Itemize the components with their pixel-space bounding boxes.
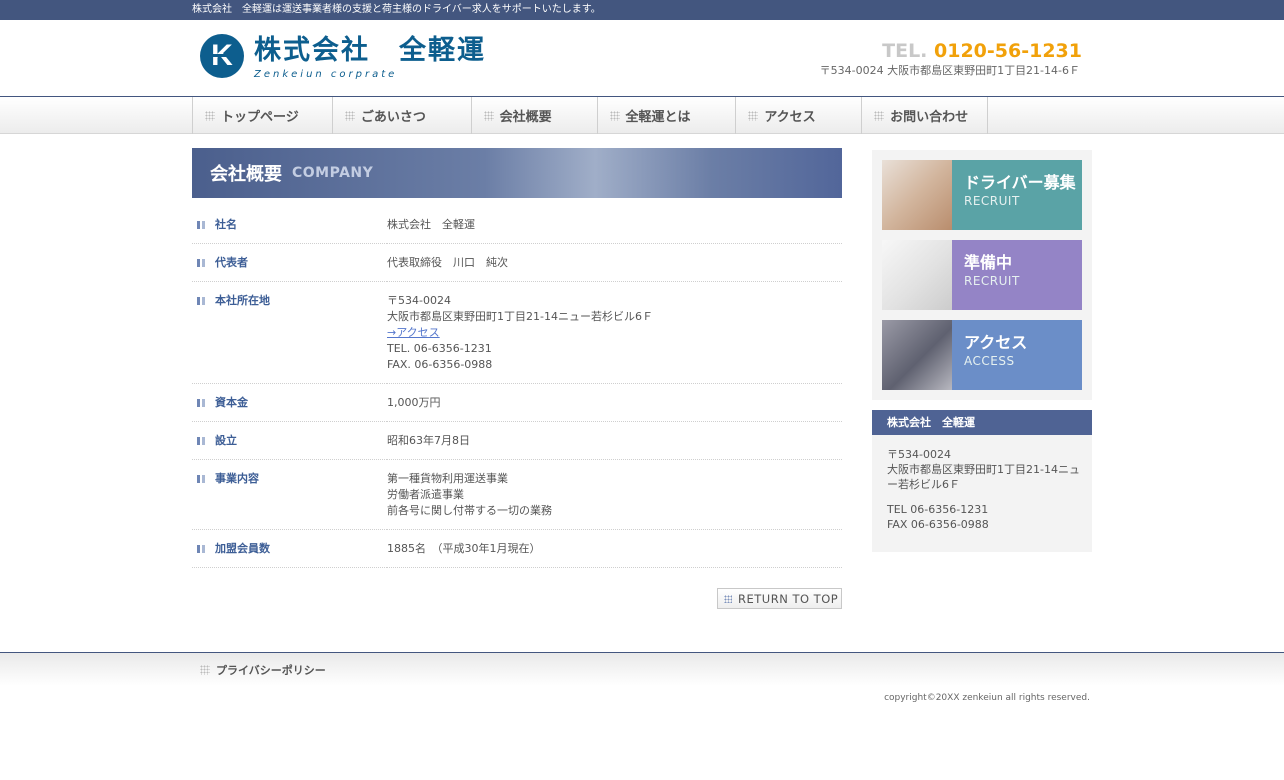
nav-label: アクセス	[764, 110, 816, 125]
tel-label: TEL.	[882, 40, 928, 62]
table-row: 設立 昭和63年7月8日	[192, 421, 842, 460]
row-value: 〒534-0024	[387, 294, 451, 307]
banner-title: アクセス	[964, 333, 1028, 352]
row-value: 昭和63年7月8日	[387, 434, 470, 447]
square-bullet-icon	[197, 475, 205, 483]
square-bullet-icon	[197, 221, 205, 229]
dot-grid-icon	[748, 110, 759, 121]
row-value: 大阪市都島区東野田町1丁目21-14ニュー若杉ビル6Ｆ	[387, 310, 653, 323]
top-bar-text: 株式会社 全軽運は運送事業者様の支援と荷主様のドライバー求人をサポートいたします…	[192, 4, 601, 15]
logo-subtitle: Zenkeiun corprate	[254, 69, 398, 80]
nav-label: 全軽運とは	[625, 110, 691, 125]
row-value: 代表取締役 川口 純次	[387, 256, 508, 269]
dot-grid-icon	[483, 110, 494, 121]
row-label: 事業内容	[215, 472, 259, 485]
top-bar: 株式会社 全軽運は運送事業者様の支援と荷主様のドライバー求人をサポートいたします…	[0, 0, 1284, 20]
access-link[interactable]: →アクセス	[387, 326, 440, 339]
nav-item-access[interactable]: アクセス	[736, 97, 863, 134]
nav-item-contact[interactable]: お問い合わせ	[862, 97, 989, 134]
main-area: 会社概要 COMPANY 社名 株式会社 全軽運 代表者 代表取締役 川口 純次…	[192, 134, 1092, 652]
nav-label: ごあいさつ	[360, 110, 426, 125]
row-value: 労働者派遣事業	[387, 488, 464, 501]
logo-mark-icon: K	[200, 34, 244, 78]
table-row: 代表者 代表取締役 川口 純次	[192, 243, 842, 282]
sidebar-banners: ドライバー募集 RECRUIT 準備中 RECRUIT アクセス ACCESS	[872, 150, 1092, 400]
table-row: 本社所在地 〒534-0024 大阪市都島区東野田町1丁目21-14ニュー若杉ビ…	[192, 281, 842, 384]
row-value: TEL. 06-6356-1231	[387, 342, 492, 355]
banner-subtitle: ACCESS	[964, 354, 1015, 368]
tel-number: 0120-56-1231	[934, 40, 1082, 62]
dot-grid-icon	[874, 110, 885, 121]
content: 会社概要 COMPANY 社名 株式会社 全軽運 代表者 代表取締役 川口 純次…	[192, 148, 842, 609]
dot-grid-icon	[344, 110, 355, 121]
dot-grid-icon	[724, 594, 732, 603]
table-row: 加盟会員数 1885名 （平成30年1月現在）	[192, 529, 842, 568]
station-photo	[882, 320, 952, 390]
return-to-top-label: RETURN TO TOP	[738, 591, 839, 606]
sidebar-company-info: 株式会社 全軽運 〒534-0024 大阪市都島区東野田町1丁目21-14ニュー…	[872, 410, 1092, 552]
access-banner[interactable]: アクセス ACCESS	[882, 320, 1082, 390]
row-label: 加盟会員数	[215, 542, 270, 555]
nav-item-about[interactable]: 全軽運とは	[598, 97, 737, 134]
return-to-top-button[interactable]: RETURN TO TOP	[717, 588, 842, 609]
company-tel: TEL 06-6356-1231	[887, 503, 989, 516]
row-label: 社名	[215, 218, 237, 231]
header-address: 〒534-0024 大阪市都島区東野田町1丁目21-14-6Ｆ	[819, 64, 1080, 77]
nav-label: 会社概要	[499, 110, 552, 125]
page-title: 会社概要 COMPANY	[192, 148, 842, 198]
nav-item-greeting[interactable]: ごあいさつ	[333, 97, 472, 134]
table-row: 事業内容 第一種貨物利用運送事業 労働者派遣事業 前各号に関し付帯する一切の業務	[192, 459, 842, 530]
row-value: FAX. 06-6356-0988	[387, 358, 493, 371]
square-bullet-icon	[197, 259, 205, 267]
row-label: 代表者	[215, 256, 248, 269]
copyright: copyright©20XX zenkeiun all rights reser…	[884, 693, 1090, 703]
driver-recruit-banner[interactable]: ドライバー募集 RECRUIT	[882, 160, 1082, 230]
row-label: 本社所在地	[215, 294, 270, 307]
row-label: 資本金	[215, 396, 248, 409]
company-zip: 〒534-0024	[887, 448, 951, 461]
company-info-title: 株式会社 全軽運	[872, 410, 1092, 435]
global-nav: トップページ ごあいさつ 会社概要 全軽運とは アクセス お問い合わせ	[0, 96, 1284, 134]
banner-title: ドライバー募集	[964, 173, 1076, 192]
privacy-policy-label: プライバシーポリシー	[216, 664, 326, 677]
row-value: 1885名 （平成30年1月現在）	[387, 542, 541, 555]
banner-subtitle: RECRUIT	[964, 194, 1020, 208]
woman-photo	[882, 240, 952, 310]
nav-item-company[interactable]: 会社概要	[472, 97, 598, 134]
nav-item-top[interactable]: トップページ	[193, 97, 333, 134]
row-value: 第一種貨物利用運送事業	[387, 472, 508, 485]
preparing-banner[interactable]: 準備中 RECRUIT	[882, 240, 1082, 310]
square-bullet-icon	[197, 545, 205, 553]
site-logo[interactable]: K 株式会社 全軽運 Zenkeiun corprate	[200, 34, 520, 80]
row-label: 設立	[215, 434, 237, 447]
table-row: 社名 株式会社 全軽運	[192, 206, 842, 244]
sidebar: ドライバー募集 RECRUIT 準備中 RECRUIT アクセス ACCESS	[872, 150, 1092, 552]
page-title-jp: 会社概要	[210, 164, 282, 185]
page-title-en: COMPANY	[292, 165, 374, 181]
site-header: K 株式会社 全軽運 Zenkeiun corprate TEL. 0120-5…	[192, 20, 1092, 96]
dot-grid-icon	[200, 665, 210, 675]
company-fax: FAX 06-6356-0988	[887, 518, 989, 531]
square-bullet-icon	[197, 399, 205, 407]
table-row: 資本金 1,000万円	[192, 383, 842, 422]
operator-photo	[882, 160, 952, 230]
banner-subtitle: RECRUIT	[964, 274, 1020, 288]
company-table: 社名 株式会社 全軽運 代表者 代表取締役 川口 純次 本社所在地 〒534-0…	[192, 206, 842, 568]
row-value: 前各号に関し付帯する一切の業務	[387, 504, 552, 517]
nav-label: トップページ	[221, 110, 299, 125]
row-value: 1,000万円	[387, 396, 441, 409]
square-bullet-icon	[197, 437, 205, 445]
nav-label: お問い合わせ	[890, 110, 969, 125]
header-tel: TEL. 0120-56-1231	[882, 40, 1082, 62]
privacy-policy-link[interactable]: プライバシーポリシー	[192, 653, 1092, 687]
site-footer: プライバシーポリシー	[0, 652, 1284, 686]
dot-grid-icon	[609, 110, 620, 121]
row-value: 株式会社 全軽運	[387, 218, 475, 231]
banner-title: 準備中	[964, 253, 1013, 272]
square-bullet-icon	[197, 297, 205, 305]
company-address: 大阪市都島区東野田町1丁目21-14ニュー若杉ビル6Ｆ	[887, 463, 1080, 491]
logo-name: 株式会社 全軽運	[254, 35, 486, 66]
dot-grid-icon	[205, 110, 215, 121]
